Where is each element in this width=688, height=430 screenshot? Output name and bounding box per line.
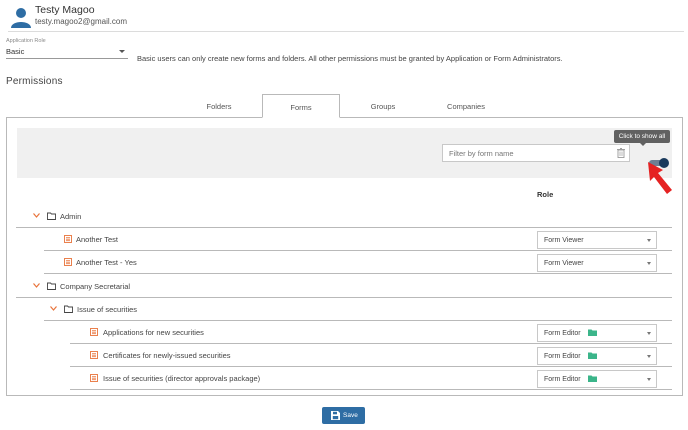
folder-label: Issue of securities — [77, 305, 138, 314]
clear-filter-icon[interactable] — [617, 148, 625, 158]
chevron-down-icon — [647, 355, 651, 358]
filter-input[interactable]: Filter by form name — [442, 144, 630, 162]
chevron-down-icon[interactable] — [33, 283, 40, 288]
save-button[interactable]: Save — [322, 407, 365, 424]
role-column-header: Role — [537, 190, 554, 199]
user-avatar-icon — [11, 8, 31, 28]
tab-groups[interactable]: Groups — [348, 94, 418, 118]
chevron-down-icon — [647, 262, 651, 265]
form-role-value: Form Viewer — [544, 237, 584, 244]
form-label: Certificates for newly-issued securities — [103, 351, 231, 360]
form-icon — [90, 351, 98, 359]
application-role-select[interactable]: Basic — [6, 46, 128, 59]
form-role-select[interactable]: Form Editor — [537, 324, 657, 342]
red-arrow-icon — [648, 162, 672, 194]
show-all-tooltip: Click to show all — [614, 130, 670, 146]
tree-folder-row[interactable]: Issue of securities — [44, 299, 672, 321]
folder-label: Admin — [60, 212, 82, 221]
save-label: Save — [343, 412, 358, 419]
application-role-label: Application Role — [6, 38, 46, 44]
chevron-down-icon — [647, 332, 651, 335]
folder-icon — [47, 212, 56, 220]
folder-icon — [588, 375, 597, 382]
form-role-select[interactable]: Form Viewer — [537, 231, 657, 249]
permissions-tabs: Folders Forms Groups Companies — [6, 94, 683, 118]
form-role-value: Form Editor — [544, 376, 581, 383]
user-header: Testy Magoo testy.magoo2@gmail.com — [8, 4, 684, 32]
form-label: Another Test — [76, 235, 118, 244]
tab-forms[interactable]: Forms — [262, 94, 340, 118]
chevron-down-icon[interactable] — [33, 213, 40, 218]
chevron-down-icon — [119, 50, 125, 53]
form-role-value: Form Editor — [544, 330, 581, 337]
tree-folder-row[interactable]: Admin — [16, 206, 672, 228]
form-role-select[interactable]: Form Editor — [537, 347, 657, 365]
form-role-value: Form Viewer — [544, 260, 584, 267]
permissions-title: Permissions — [6, 76, 63, 87]
form-label: Applications for new securities — [103, 328, 204, 337]
folder-label: Company Secretarial — [60, 282, 131, 291]
folder-icon — [588, 352, 597, 359]
save-icon — [331, 411, 340, 420]
chevron-down-icon — [647, 378, 651, 381]
form-icon — [90, 328, 98, 336]
chevron-down-icon[interactable] — [50, 306, 57, 311]
tab-folders[interactable]: Folders — [184, 94, 254, 118]
form-label: Another Test - Yes — [76, 258, 137, 267]
form-role-value: Form Editor — [544, 353, 581, 360]
filter-placeholder: Filter by form name — [449, 149, 514, 158]
form-icon — [64, 235, 72, 243]
tree-folder-row[interactable]: Company Secretarial — [16, 276, 672, 298]
folder-icon — [588, 329, 597, 336]
form-role-select[interactable]: Form Viewer — [537, 254, 657, 272]
form-label: Issue of securities (director approvals … — [103, 374, 261, 383]
folder-icon — [47, 282, 56, 290]
chevron-down-icon — [647, 239, 651, 242]
form-role-select[interactable]: Form Editor — [537, 370, 657, 388]
form-icon — [64, 258, 72, 266]
application-role-note: Basic users can only create new forms an… — [137, 54, 563, 63]
application-role-value: Basic — [6, 47, 25, 56]
tab-companies[interactable]: Companies — [426, 94, 506, 118]
folder-icon — [64, 305, 73, 313]
user-name: Testy Magoo — [35, 4, 95, 16]
form-icon — [90, 374, 98, 382]
filter-bar: Filter by form name — [17, 128, 672, 178]
user-email: testy.magoo2@gmail.com — [35, 17, 128, 26]
